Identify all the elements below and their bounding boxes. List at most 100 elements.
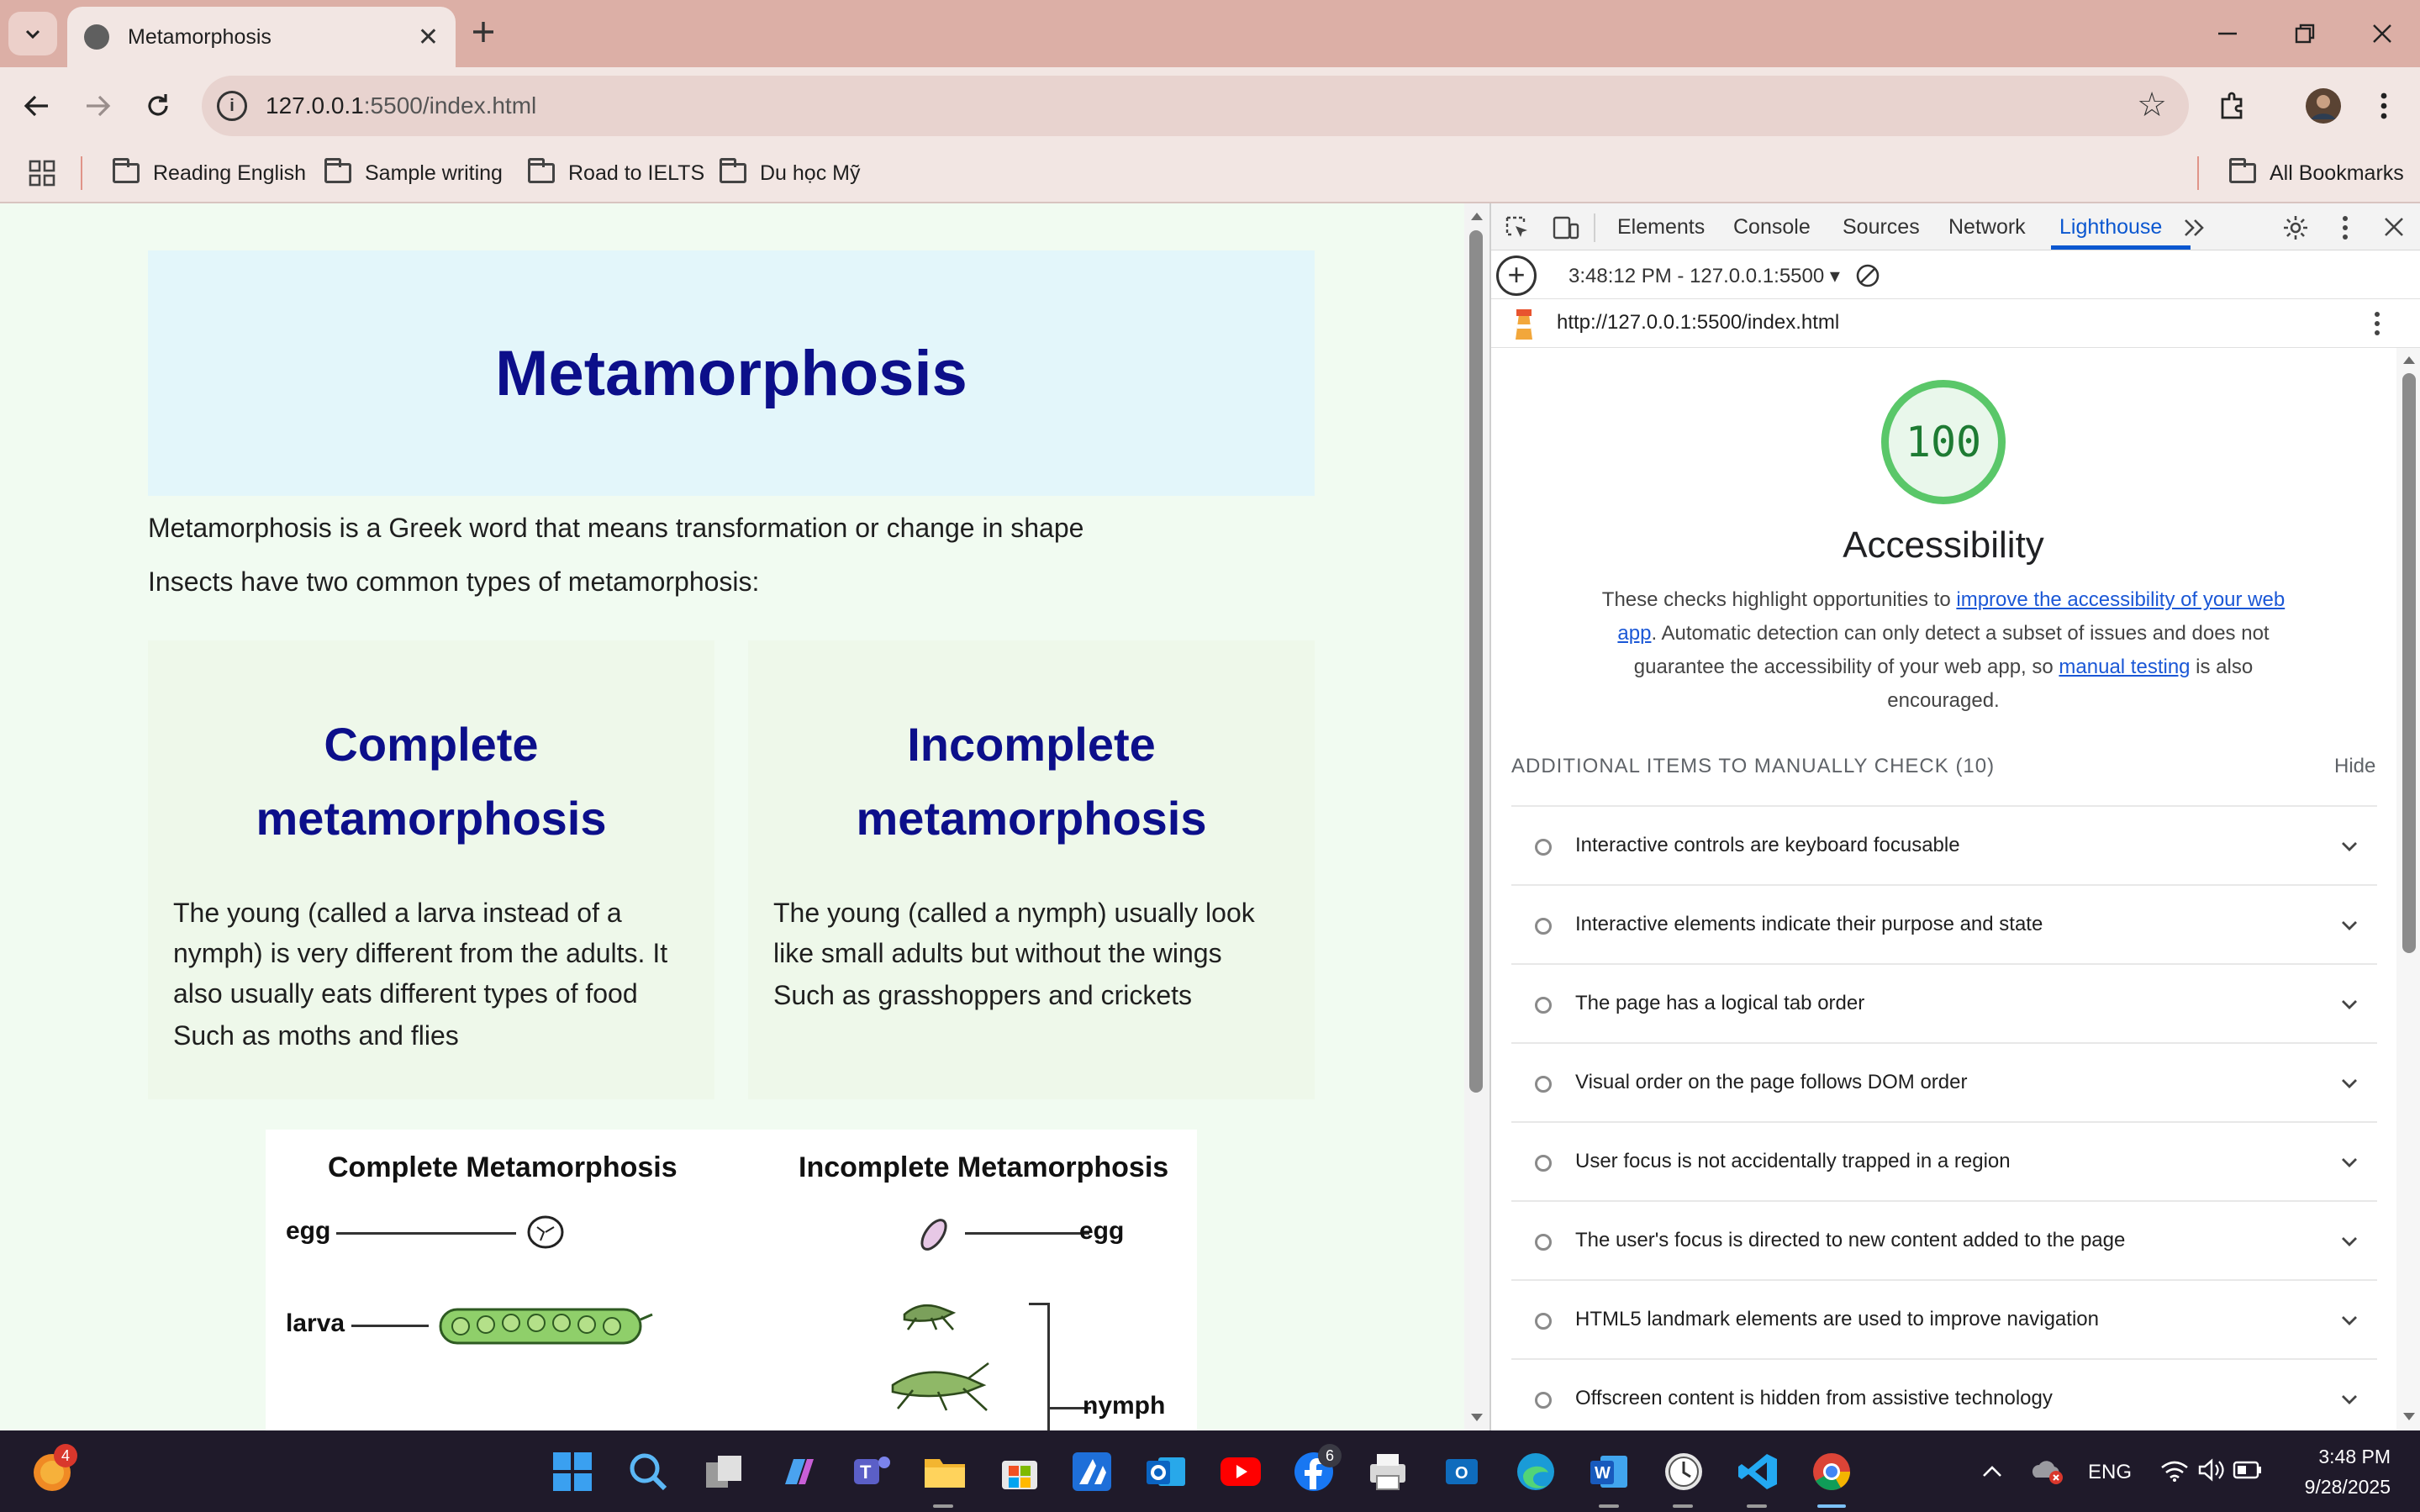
- audit-item[interactable]: Offscreen content is hidden from assisti…: [1511, 1358, 2377, 1430]
- score-value: 100: [1905, 418, 1982, 466]
- minimize-button[interactable]: [2194, 12, 2261, 55]
- facebook-badge: 6: [1318, 1444, 1342, 1467]
- extensions-button[interactable]: [2212, 86, 2253, 126]
- manual-testing-link[interactable]: manual testing: [2059, 656, 2190, 678]
- tab-sources[interactable]: Sources: [1843, 215, 1920, 240]
- gear-icon[interactable]: [2281, 213, 2310, 242]
- scroll-down-icon[interactable]: [1469, 1412, 1484, 1424]
- outlook-new-icon[interactable]: O: [1441, 1451, 1483, 1493]
- copilot-icon[interactable]: [777, 1451, 819, 1493]
- audit-item[interactable]: HTML5 landmark elements are used to impr…: [1511, 1279, 2377, 1358]
- address-bar[interactable]: i 127.0.0.1:5500/index.html ☆: [202, 76, 2189, 136]
- bookmark-sample-writing[interactable]: Sample writing: [324, 156, 503, 190]
- kebab-icon[interactable]: [2340, 213, 2350, 242]
- large-nymph-image: [891, 1362, 989, 1411]
- forward-icon: [87, 95, 111, 117]
- close-icon[interactable]: ✕: [418, 23, 439, 52]
- more-tabs-icon[interactable]: [2182, 217, 2207, 239]
- chrome-icon[interactable]: [1811, 1451, 1853, 1493]
- device-toolbar-icon[interactable]: [1552, 215, 1580, 242]
- kebab-icon[interactable]: [2372, 309, 2382, 338]
- scroll-up-icon[interactable]: [1469, 210, 1484, 222]
- info-icon[interactable]: i: [217, 91, 247, 121]
- running-indicator: [1599, 1504, 1619, 1508]
- page-viewport: Metamorphosis Metamorphosis is a Greek w…: [0, 203, 1464, 1430]
- audit-status-icon: [1535, 1076, 1552, 1093]
- report-url: http://127.0.0.1:5500/index.html: [1557, 311, 1840, 334]
- audit-item[interactable]: The page has a logical tab order: [1511, 963, 2377, 1042]
- restore-button[interactable]: [2271, 12, 2338, 55]
- diagram-bracket: [1047, 1303, 1050, 1430]
- page-scroll-thumb[interactable]: [1469, 230, 1483, 1093]
- apps-button[interactable]: [29, 156, 55, 190]
- youtube-icon[interactable]: [1219, 1451, 1263, 1493]
- clear-icon[interactable]: [1854, 262, 1881, 289]
- avatar-image: [2306, 88, 2341, 124]
- diagram-line: [336, 1232, 516, 1235]
- audit-item[interactable]: User focus is not accidentally trapped i…: [1511, 1121, 2377, 1200]
- windows-start-icon[interactable]: [551, 1451, 593, 1493]
- types-text: Insects have two common types of metamor…: [148, 566, 760, 597]
- all-bookmarks-button[interactable]: All Bookmarks: [2229, 156, 2404, 190]
- star-icon[interactable]: ☆: [2137, 86, 2167, 124]
- audit-label: HTML5 landmark elements are used to impr…: [1575, 1308, 2099, 1330]
- file-explorer-icon[interactable]: [923, 1451, 967, 1493]
- back-button[interactable]: [17, 86, 57, 126]
- browser-toolbar: i 127.0.0.1:5500/index.html ☆: [0, 67, 2420, 145]
- scroll-down-icon[interactable]: [2402, 1412, 2416, 1422]
- close-devtools-icon[interactable]: [2382, 215, 2406, 239]
- teams-icon[interactable]: T: [851, 1451, 893, 1493]
- battery-icon[interactable]: [2233, 1459, 2263, 1481]
- clock-time[interactable]: 3:48 PM: [2315, 1446, 2391, 1468]
- svg-text:O: O: [1455, 1464, 1468, 1483]
- clock-date[interactable]: 9/28/2025: [2261, 1476, 2391, 1499]
- bookmark-du-hoc-my[interactable]: Du học Mỹ: [720, 156, 860, 190]
- devtools-scrollbar[interactable]: [2396, 348, 2420, 1430]
- forward-button[interactable]: [77, 86, 118, 126]
- inspect-element-icon[interactable]: [1505, 215, 1532, 242]
- app-icon[interactable]: [1071, 1451, 1113, 1493]
- audit-item[interactable]: The user's focus is directed to new cont…: [1511, 1200, 2377, 1279]
- report-selector[interactable]: 3:48:12 PM - 127.0.0.1:5500 ▾: [1569, 264, 1840, 288]
- tab-title: Metamorphosis: [128, 24, 272, 49]
- audit-item[interactable]: Interactive controls are keyboard focusa…: [1511, 805, 2377, 884]
- edge-icon[interactable]: [1515, 1451, 1557, 1493]
- chevron-down-icon: [2342, 1395, 2357, 1404]
- tab-lighthouse[interactable]: Lighthouse: [2059, 215, 2162, 240]
- avatar[interactable]: [2303, 86, 2344, 126]
- devtools-scroll-thumb[interactable]: [2402, 373, 2416, 953]
- language-indicator[interactable]: ENG: [2088, 1461, 2132, 1484]
- diagram-label-egg: egg: [1079, 1217, 1125, 1245]
- new-report-button[interactable]: +: [1496, 256, 1537, 296]
- vscode-icon[interactable]: [1737, 1451, 1779, 1493]
- tab-list-button[interactable]: [8, 12, 57, 55]
- hide-button[interactable]: Hide: [2334, 755, 2375, 778]
- task-view-icon[interactable]: [703, 1451, 745, 1493]
- word-icon[interactable]: W: [1589, 1451, 1631, 1493]
- bookmark-road-to-ielts[interactable]: Road to IELTS: [528, 156, 704, 190]
- outlook-icon[interactable]: [1145, 1451, 1187, 1493]
- store-icon[interactable]: [999, 1451, 1041, 1493]
- audit-item[interactable]: Interactive elements indicate their purp…: [1511, 884, 2377, 963]
- audit-item[interactable]: Visual order on the page follows DOM ord…: [1511, 1042, 2377, 1121]
- chevron-up-icon[interactable]: [1980, 1459, 2004, 1483]
- wifi-icon[interactable]: [2160, 1457, 2189, 1483]
- tab-network[interactable]: Network: [1948, 215, 2026, 240]
- new-tab-button[interactable]: [471, 15, 496, 52]
- bookmark-reading-english[interactable]: Reading English: [113, 156, 306, 190]
- page-scrollbar[interactable]: [1464, 203, 1489, 1430]
- folder-icon: [324, 158, 351, 183]
- tab-console[interactable]: Console: [1733, 215, 1811, 240]
- browser-tab[interactable]: Metamorphosis ✕: [67, 7, 456, 67]
- window-close-button[interactable]: [2349, 12, 2416, 55]
- volume-icon[interactable]: [2197, 1457, 2226, 1483]
- chevron-down-icon: [2342, 1079, 2357, 1088]
- scroll-up-icon[interactable]: [2402, 355, 2416, 365]
- search-icon[interactable]: [627, 1451, 669, 1493]
- tab-elements[interactable]: Elements: [1617, 215, 1705, 240]
- browser-menu-button[interactable]: [2364, 86, 2404, 126]
- reload-button[interactable]: [138, 86, 178, 126]
- clock-app-icon[interactable]: [1663, 1451, 1705, 1493]
- printer-icon[interactable]: [1367, 1451, 1409, 1493]
- onedrive-offline-icon[interactable]: [2031, 1456, 2064, 1486]
